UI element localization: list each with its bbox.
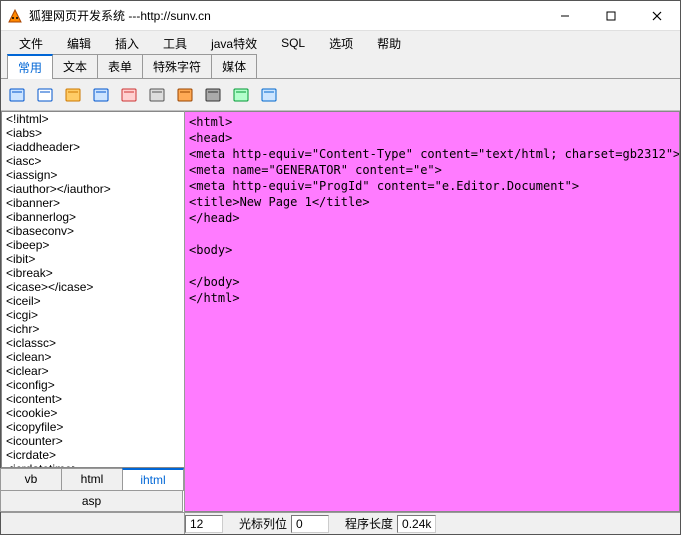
close-button[interactable] (634, 1, 680, 30)
menubar: 文件编辑插入工具java特效SQL选项帮助 (1, 31, 680, 55)
tab-常用[interactable]: 常用 (7, 54, 53, 79)
list-item[interactable]: <iclear> (2, 364, 184, 378)
titlebar[interactable]: 狐狸网页开发系统 ---http://sunv.cn (1, 1, 680, 31)
menu-插入[interactable]: 插入 (105, 32, 149, 55)
menu-选项[interactable]: 选项 (319, 32, 363, 55)
language-tabs: vbhtmlihtmlasp (1, 468, 184, 512)
lang-tab-asp[interactable]: asp (0, 490, 183, 512)
status-line: 12 (185, 513, 223, 534)
list-item[interactable]: <ibreak> (2, 266, 184, 280)
minimize-button[interactable] (542, 1, 588, 30)
toolbar-t9-icon[interactable] (259, 85, 279, 105)
list-item[interactable]: <icrdate> (2, 448, 184, 462)
toolbar-t4-icon[interactable] (119, 85, 139, 105)
status-col-label: 光标列位 (235, 515, 291, 532)
list-item[interactable]: <icounter> (2, 434, 184, 448)
menu-帮助[interactable]: 帮助 (367, 32, 411, 55)
list-item[interactable]: <iauthor></iauthor> (2, 182, 184, 196)
main-area: <!ihtml><iabs><iaddheader><iasc><iassign… (1, 111, 680, 512)
sidebar: <!ihtml><iabs><iaddheader><iasc><iassign… (1, 111, 185, 512)
toolbar-t5-icon[interactable] (147, 85, 167, 105)
menu-编辑[interactable]: 编辑 (57, 32, 101, 55)
tab-特殊字符[interactable]: 特殊字符 (142, 54, 212, 78)
toolbar-t2-icon[interactable] (63, 85, 83, 105)
tab-文本[interactable]: 文本 (52, 54, 98, 78)
toolbar-t0-icon[interactable] (7, 85, 27, 105)
list-item[interactable]: <ibit> (2, 252, 184, 266)
list-item[interactable]: <iasc> (2, 154, 184, 168)
list-item[interactable]: <iaddheader> (2, 140, 184, 154)
toolbar (1, 79, 680, 111)
lang-tab-vb[interactable]: vb (0, 468, 62, 491)
status-len-value: 0.24k (397, 515, 436, 533)
tab-表单[interactable]: 表单 (97, 54, 143, 78)
menu-java特效[interactable]: java特效 (201, 32, 267, 55)
tag-list[interactable]: <!ihtml><iabs><iaddheader><iasc><iassign… (1, 111, 184, 468)
category-tabs: 常用文本表单特殊字符媒体 (1, 55, 680, 79)
code-editor[interactable]: <html> <head> <meta http-equiv="Content-… (185, 111, 680, 512)
list-item[interactable]: <iclean> (2, 350, 184, 364)
window-controls (542, 1, 680, 30)
list-item[interactable]: <ibaseconv> (2, 224, 184, 238)
list-item[interactable]: <iabs> (2, 126, 184, 140)
toolbar-t7-icon[interactable] (203, 85, 223, 105)
menu-文件[interactable]: 文件 (9, 32, 53, 55)
list-item[interactable]: <iceil> (2, 294, 184, 308)
list-item[interactable]: <ibannerlog> (2, 210, 184, 224)
lang-tab-html[interactable]: html (61, 468, 123, 491)
status-spacer (1, 513, 185, 534)
status-col: 光标列位 0 (235, 513, 329, 534)
list-item[interactable]: <ibanner> (2, 196, 184, 210)
tab-媒体[interactable]: 媒体 (211, 54, 257, 78)
list-item[interactable]: <icookie> (2, 406, 184, 420)
status-col-value: 0 (291, 515, 329, 533)
status-len: 程序长度 0.24k (341, 513, 436, 534)
status-line-value: 12 (185, 515, 223, 533)
list-item[interactable]: <!ihtml> (2, 112, 184, 126)
toolbar-t8-icon[interactable] (231, 85, 251, 105)
toolbar-t3-icon[interactable] (91, 85, 111, 105)
maximize-button[interactable] (588, 1, 634, 30)
status-len-label: 程序长度 (341, 515, 397, 532)
list-item[interactable]: <icopyfile> (2, 420, 184, 434)
app-icon (7, 8, 23, 24)
list-item[interactable]: <iclassc> (2, 336, 184, 350)
list-item[interactable]: <icase></icase> (2, 280, 184, 294)
list-item[interactable]: <ichr> (2, 322, 184, 336)
window-title: 狐狸网页开发系统 ---http://sunv.cn (29, 7, 542, 24)
list-item[interactable]: <iconfig> (2, 378, 184, 392)
app-window: 狐狸网页开发系统 ---http://sunv.cn 文件编辑插入工具java特… (0, 0, 681, 535)
menu-SQL[interactable]: SQL (271, 33, 315, 53)
list-item[interactable]: <icgi> (2, 308, 184, 322)
statusbar: 12 光标列位 0 程序长度 0.24k (1, 512, 680, 534)
menu-工具[interactable]: 工具 (153, 32, 197, 55)
toolbar-t1-icon[interactable] (35, 85, 55, 105)
list-item[interactable]: <ibeep> (2, 238, 184, 252)
toolbar-t6-icon[interactable] (175, 85, 195, 105)
lang-tab-ihtml[interactable]: ihtml (122, 468, 184, 491)
list-item[interactable]: <icontent> (2, 392, 184, 406)
list-item[interactable]: <iassign> (2, 168, 184, 182)
